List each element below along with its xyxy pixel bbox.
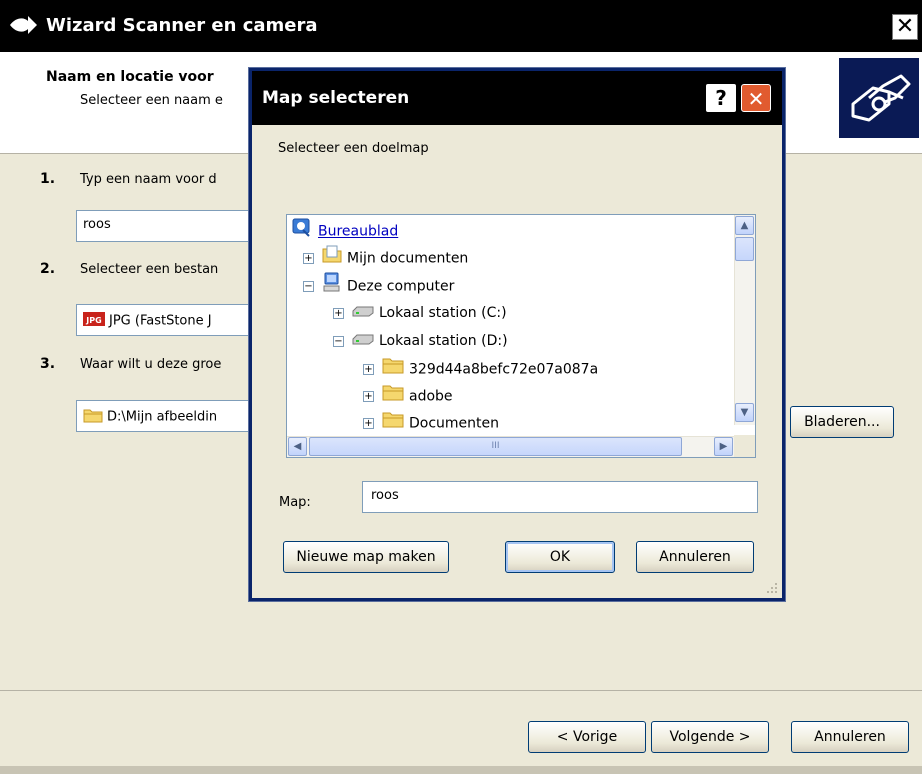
tree-item-label: Lokaal station (C:): [379, 305, 507, 321]
scroll-corner: [734, 435, 755, 457]
folder-tree[interactable]: Bureaublad + Mijn documenten − Deze comp…: [286, 214, 756, 458]
file-format-select[interactable]: JPG JPG (FastStone J: [76, 304, 276, 336]
tree-horizontal-scrollbar[interactable]: ◀ III ▶: [287, 436, 736, 457]
back-button[interactable]: < Vorige: [528, 721, 646, 753]
scanner-camera-logo-icon: [839, 58, 919, 138]
tree-item-label: Mijn documenten: [347, 250, 469, 267]
resize-grip-icon[interactable]: [766, 582, 778, 594]
map-label: Map:: [279, 495, 311, 510]
my-documents-icon: [322, 245, 342, 272]
window-bottom-edge: [0, 766, 922, 774]
step-1-number: 1.: [40, 171, 56, 187]
footer-divider: [0, 690, 922, 691]
tree-item-deze-computer[interactable]: − Deze computer: [303, 272, 454, 298]
tree-item-folder-documenten[interactable]: + Documenten: [363, 410, 499, 436]
collapse-toggle[interactable]: −: [333, 335, 344, 347]
expand-toggle[interactable]: +: [303, 253, 314, 264]
dialog-help-button[interactable]: ?: [706, 84, 736, 112]
drive-icon: [352, 300, 374, 326]
tree-item-label: Documenten: [409, 415, 500, 432]
dialog-close-button[interactable]: ✕: [741, 84, 771, 112]
name-input[interactable]: roos: [76, 210, 276, 242]
horizontal-scroll-thumb[interactable]: III: [309, 437, 682, 456]
collapse-toggle[interactable]: −: [303, 281, 314, 292]
tree-item-label: Lokaal station (D:): [379, 333, 508, 349]
tree-item-folder-adobe[interactable]: + adobe: [363, 383, 453, 409]
dialog-titlebar[interactable]: Map selecteren ? ✕: [252, 71, 782, 125]
folder-icon: [382, 410, 404, 437]
wizard-header-subtitle: Selecteer een naam e: [80, 93, 223, 108]
tree-item-label: 329d44a8befc72e07a087a: [409, 361, 599, 378]
step-2-number: 2.: [40, 261, 56, 277]
folder-icon: [83, 407, 103, 427]
new-folder-button[interactable]: Nieuwe map maken: [283, 541, 449, 573]
step-1-text: Typ een naam voor d: [80, 172, 217, 187]
wizard-cancel-button[interactable]: Annuleren: [791, 721, 909, 753]
wizard-close-button[interactable]: ✕: [892, 14, 918, 40]
expand-toggle[interactable]: +: [333, 307, 344, 319]
tree-item-bureaublad[interactable]: Bureaublad: [291, 217, 398, 243]
tree-vertical-scrollbar[interactable]: ▲ ▼: [734, 215, 755, 425]
scroll-right-button[interactable]: ▶: [714, 437, 733, 456]
jpg-file-icon: JPG: [83, 311, 105, 331]
wizard-arrow-icon: [8, 13, 38, 42]
next-button[interactable]: Volgende >: [651, 721, 769, 753]
computer-icon: [322, 272, 342, 301]
drive-icon: [352, 328, 374, 354]
location-value: D:\Mijn afbeeldin: [107, 409, 218, 425]
wizard-title: Wizard Scanner en camera: [46, 15, 318, 36]
dialog-title: Map selecteren: [262, 88, 410, 108]
scroll-down-button[interactable]: ▼: [735, 403, 754, 422]
name-input-value: roos: [83, 217, 111, 232]
expand-toggle[interactable]: +: [363, 391, 374, 402]
step-2-text: Selecteer een bestan: [80, 262, 219, 277]
tree-item-folder-329d[interactable]: + 329d44a8befc72e07a087a: [363, 356, 598, 382]
dialog-prompt: Selecteer een doelmap: [278, 141, 429, 156]
vertical-scroll-thumb[interactable]: [735, 237, 754, 261]
tree-item-drive-c[interactable]: + Lokaal station (C:): [333, 300, 507, 326]
dialog-cancel-button[interactable]: Annuleren: [636, 541, 754, 573]
expand-toggle[interactable]: +: [363, 418, 374, 429]
folder-select-dialog: Map selecteren ? ✕ Selecteer een doelmap…: [249, 68, 785, 601]
wizard-titlebar[interactable]: Wizard Scanner en camera ✕: [0, 0, 922, 52]
tree-item-label: Deze computer: [347, 278, 455, 295]
expand-toggle[interactable]: +: [363, 364, 374, 375]
desktop-icon: [291, 217, 313, 246]
jpg-icon-text: JPG: [85, 316, 101, 325]
browse-button[interactable]: Bladeren...: [790, 406, 894, 438]
scroll-up-button[interactable]: ▲: [735, 216, 754, 235]
tree-item-label: Bureaublad: [318, 223, 399, 240]
file-format-value: JPG (FastStone J: [109, 313, 212, 329]
folder-icon: [382, 383, 404, 410]
scroll-left-button[interactable]: ◀: [288, 437, 307, 456]
step-3-number: 3.: [40, 356, 56, 372]
folder-icon: [382, 356, 404, 383]
map-input[interactable]: roos: [362, 481, 758, 513]
tree-item-drive-d[interactable]: − Lokaal station (D:): [333, 328, 508, 354]
step-3-text: Waar wilt u deze groe: [80, 357, 222, 372]
tree-item-label: adobe: [409, 388, 453, 405]
location-input[interactable]: D:\Mijn afbeeldin: [76, 400, 276, 432]
ok-button[interactable]: OK: [505, 541, 615, 573]
wizard-header-title: Naam en locatie voor: [46, 69, 214, 85]
tree-item-mijn-documenten[interactable]: + Mijn documenten: [303, 245, 468, 271]
map-input-value: roos: [371, 488, 399, 503]
